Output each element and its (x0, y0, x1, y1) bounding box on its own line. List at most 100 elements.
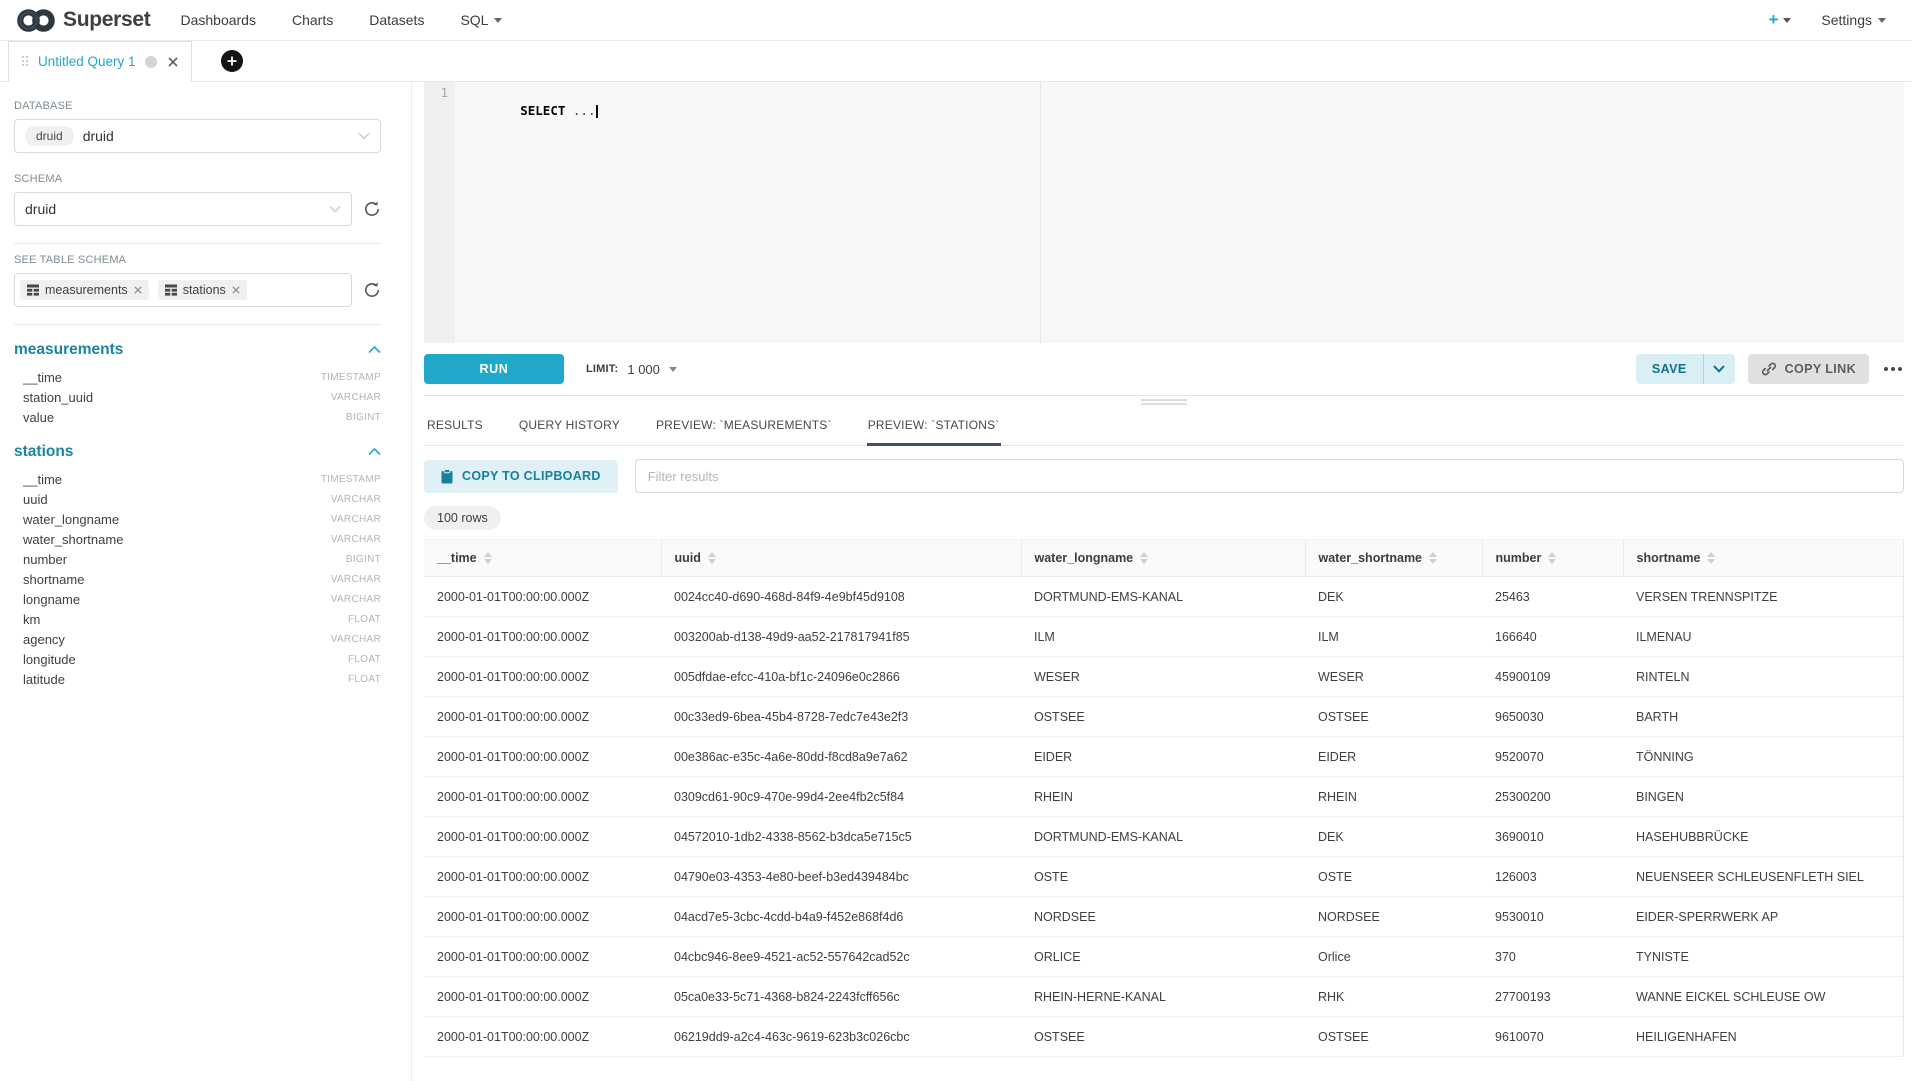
caret-down-icon (1878, 18, 1886, 23)
save-dropdown-chevron-icon[interactable] (1704, 354, 1735, 384)
column-type: VARCHAR (331, 594, 381, 605)
cell-shortname: ILMENAU (1623, 617, 1903, 657)
cell-water-shortname: EIDER (1305, 737, 1482, 777)
cell-water-longname: RHEIN-HERNE-KANAL (1021, 977, 1305, 1017)
column-type: VARCHAR (331, 494, 381, 505)
run-button[interactable]: RUN (424, 354, 564, 384)
sqllab-sidebar: DATABASE druid druid SCHEMA druid (0, 82, 412, 1081)
tab-results[interactable]: RESULTS (426, 407, 484, 446)
superset-infinity-icon (16, 8, 56, 33)
chevron-up-icon[interactable] (368, 346, 381, 354)
editor-toolbar: RUN LIMIT: 1 000 SAVE (424, 343, 1904, 396)
column-header-label: uuid (675, 551, 701, 565)
tab-preview-stations[interactable]: PREVIEW: `STATIONS` (867, 407, 1001, 446)
result-tabs: RESULTS QUERY HISTORY PREVIEW: `MEASUREM… (424, 407, 1904, 446)
column-header[interactable]: shortname (1623, 540, 1903, 577)
table-section-title-stations[interactable]: stations (14, 443, 73, 461)
schema-column-row: __time TIMESTAMP (14, 367, 381, 387)
brand-title: Superset (63, 8, 150, 32)
selected-table-tag: stations (158, 280, 247, 300)
column-header[interactable]: __time (424, 540, 661, 577)
schema-column-row: agency VARCHAR (14, 629, 381, 649)
cell-number: 25463 (1482, 577, 1623, 617)
tab-query-history[interactable]: QUERY HISTORY (518, 407, 621, 446)
sql-editor[interactable]: 1 SELECT ... (424, 82, 1904, 343)
chevron-down-icon (358, 132, 370, 140)
cell-water-longname: ORLICE (1021, 937, 1305, 977)
drag-handle-icon[interactable] (22, 56, 29, 67)
column-type: VARCHAR (331, 634, 381, 645)
refresh-schema-icon[interactable] (363, 200, 381, 218)
schema-select[interactable]: druid (14, 192, 352, 226)
database-value: druid (83, 128, 114, 144)
link-icon (1761, 361, 1777, 377)
column-name: __time (23, 370, 62, 385)
cell-number: 9650030 (1482, 697, 1623, 737)
cell-shortname: NEUENSEER SCHLEUSENFLETH SIEL (1623, 857, 1903, 897)
column-header-label: __time (437, 551, 477, 565)
copy-link-button[interactable]: COPY LINK (1748, 354, 1869, 384)
line-number: 1 (424, 85, 448, 102)
remove-table-icon[interactable] (232, 286, 240, 294)
sort-icon[interactable] (1429, 552, 1437, 564)
nav-sql-dropdown[interactable]: SQL (460, 12, 502, 28)
sort-icon[interactable] (1707, 552, 1715, 564)
nav-datasets[interactable]: Datasets (369, 12, 424, 28)
caret-down-icon (1783, 18, 1791, 23)
cell-water-longname: OSTSEE (1021, 1017, 1305, 1057)
remove-table-icon[interactable] (134, 286, 142, 294)
column-name: value (23, 410, 54, 425)
cell-water-shortname: RHEIN (1305, 777, 1482, 817)
settings-menu[interactable]: Settings (1821, 12, 1886, 28)
cell-water-longname: EIDER (1021, 737, 1305, 777)
table-header-row: __time uuid (424, 540, 1903, 577)
schema-column-row: __time TIMESTAMP (14, 469, 381, 489)
query-status-dot (145, 56, 157, 68)
column-header[interactable]: water_shortname (1305, 540, 1482, 577)
nav-dashboards[interactable]: Dashboards (180, 12, 256, 28)
database-select[interactable]: druid druid (14, 119, 381, 153)
table-row: 2000-01-01T00:00:00.000Z 04572010-1db2-4… (424, 817, 1903, 857)
column-header[interactable]: number (1482, 540, 1623, 577)
close-tab-icon[interactable] (168, 57, 178, 67)
filter-results-input[interactable] (635, 459, 1904, 493)
column-type: VARCHAR (331, 514, 381, 525)
chevron-up-icon[interactable] (368, 448, 381, 456)
new-item-button[interactable]: + (1768, 10, 1791, 30)
column-type: TIMESTAMP (321, 372, 381, 383)
add-query-tab-button[interactable] (221, 50, 243, 72)
cell-shortname: WANNE EICKEL SCHLEUSE OW (1623, 977, 1903, 1017)
sort-icon[interactable] (484, 552, 492, 564)
cell-shortname: TYNISTE (1623, 937, 1903, 977)
nav-charts[interactable]: Charts (292, 12, 333, 28)
copy-to-clipboard-button[interactable]: COPY TO CLIPBOARD (424, 460, 618, 493)
limit-dropdown[interactable]: LIMIT: 1 000 (586, 362, 677, 377)
column-header-label: shortname (1637, 551, 1701, 565)
query-tab-active[interactable]: Untitled Query 1 (8, 41, 192, 82)
more-menu-icon[interactable] (1882, 361, 1904, 377)
column-type: FLOAT (348, 614, 381, 625)
save-button[interactable]: SAVE (1636, 354, 1735, 384)
table-row: 2000-01-01T00:00:00.000Z 0309cd61-90c9-4… (424, 777, 1903, 817)
superset-logo[interactable]: Superset (16, 8, 150, 33)
editor-code-area[interactable]: SELECT ... (455, 82, 1904, 343)
editor-gutter: 1 (424, 82, 455, 343)
sort-icon[interactable] (1140, 552, 1148, 564)
schema-column-row: value BIGINT (14, 407, 381, 427)
column-header-label: number (1496, 551, 1542, 565)
table-row: 2000-01-01T00:00:00.000Z 04cbc946-8ee9-4… (424, 937, 1903, 977)
table-schema-select[interactable]: measurements stations (14, 273, 352, 307)
result-actions: COPY TO CLIPBOARD (424, 459, 1904, 493)
schema-column-row: water_longname VARCHAR (14, 509, 381, 529)
table-section-title-measurements[interactable]: measurements (14, 341, 123, 359)
sort-icon[interactable] (1548, 552, 1556, 564)
column-header[interactable]: uuid (661, 540, 1021, 577)
pane-resize-handle[interactable] (424, 396, 1904, 407)
column-header[interactable]: water_longname (1021, 540, 1305, 577)
schema-value: druid (25, 201, 56, 217)
schema-column-row: latitude FLOAT (14, 669, 381, 689)
tab-preview-measurements[interactable]: PREVIEW: `MEASUREMENTS` (655, 407, 833, 446)
refresh-tables-icon[interactable] (363, 281, 381, 299)
chevron-down-icon (329, 205, 341, 213)
sort-icon[interactable] (708, 552, 716, 564)
